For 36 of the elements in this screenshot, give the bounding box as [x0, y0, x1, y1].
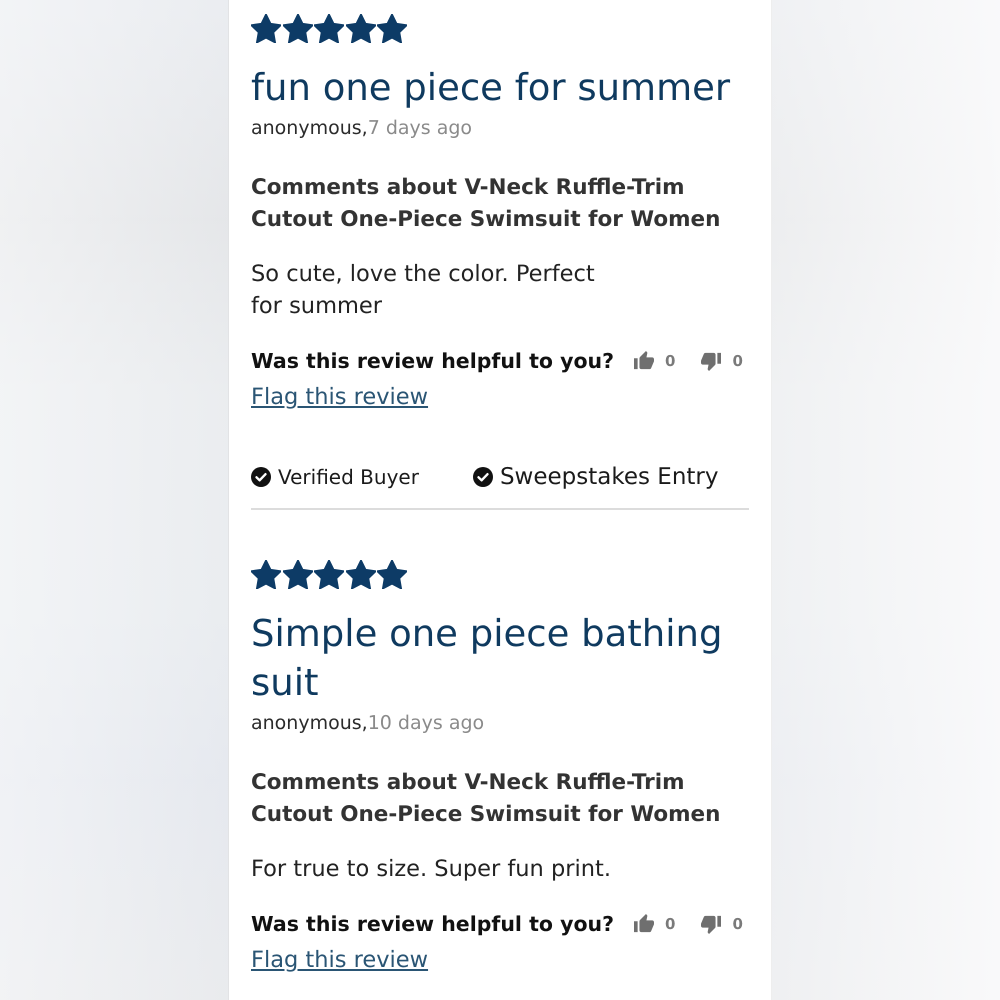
review-author: anonymous,: [251, 117, 368, 139]
badge-label: Verified Buyer: [278, 464, 419, 491]
thumbs-down-icon[interactable]: [701, 914, 722, 934]
thumbs-down-icon[interactable]: [701, 351, 722, 371]
thumbs-up-icon[interactable]: [634, 914, 654, 934]
review-text: For true to size. Super fun print.: [251, 855, 611, 884]
review-product-heading: Comments about V-Neck Ruffle-Trim Cutout One-Piece Swimsuit for Women: [251, 174, 722, 234]
helpful-count: 0: [665, 914, 676, 934]
star-icon: [377, 560, 407, 589]
flag-review-link[interactable]: Flag this review: [251, 384, 428, 410]
check-circle-icon: [472, 467, 493, 487]
review-author: anonymous,: [251, 712, 368, 734]
star-icon: [377, 14, 407, 43]
review-date: 10 days ago: [368, 712, 484, 734]
review-text: So cute, love the color. Perfect for summer: [251, 260, 596, 321]
review-title: Simple one piece bathing suit: [251, 611, 724, 706]
star-icon: [282, 14, 312, 43]
star-icon: [251, 14, 281, 43]
check-circle-icon: [251, 467, 271, 487]
helpful-count: 0: [665, 351, 676, 371]
star-icon: [346, 560, 376, 589]
star-icon: [346, 14, 376, 43]
star-icon: [251, 560, 281, 589]
review-title: fun one piece for summer: [251, 65, 730, 111]
star-icon: [314, 14, 344, 43]
star-icon: [282, 560, 312, 589]
helpful-question: Was this review helpful to you?: [251, 348, 614, 375]
unhelpful-count: 0: [732, 914, 743, 934]
review-date: 7 days ago: [368, 117, 472, 139]
flag-review-link[interactable]: Flag this review: [251, 947, 428, 973]
unhelpful-count: 0: [732, 351, 743, 371]
review-product-heading: Comments about V-Neck Ruffle-Trim Cutout One-Piece Swimsuit for Women: [251, 769, 722, 829]
thumbs-up-icon[interactable]: [634, 351, 654, 371]
helpful-question: Was this review helpful to you?: [251, 911, 614, 938]
badge-label: Sweepstakes Entry: [500, 463, 718, 491]
star-icon: [314, 560, 344, 589]
